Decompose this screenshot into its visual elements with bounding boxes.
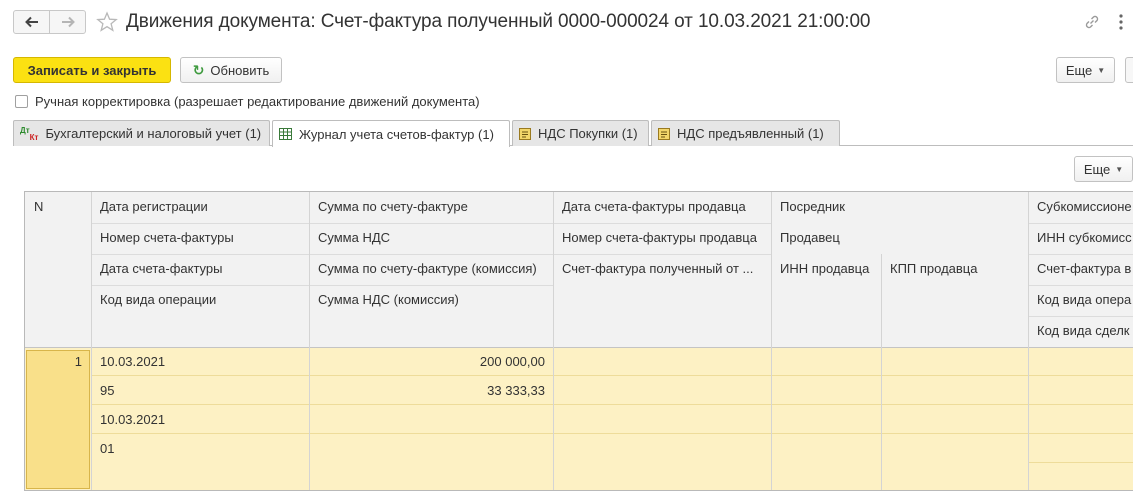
more-label: Еще — [1083, 161, 1111, 177]
refresh-icon: ↻ — [192, 61, 205, 78]
tab-vat-purchases[interactable]: НДС Покупки (1) — [512, 120, 649, 146]
header-registration-date[interactable]: Дата регистрации — [91, 192, 309, 222]
arrow-right-icon — [61, 16, 75, 28]
chevron-down-icon: ▼ — [1115, 164, 1124, 174]
header-vat-amount-commission[interactable]: Сумма НДС (комиссия) — [309, 285, 553, 315]
row-divider — [1028, 462, 1133, 463]
row-number[interactable]: 1 — [26, 347, 90, 377]
header-n[interactable]: N — [25, 192, 91, 222]
arrow-left-icon — [24, 16, 38, 28]
more-label: Еще — [1065, 62, 1093, 78]
manual-edit-checkbox[interactable] — [15, 95, 28, 108]
cell-invoice-date[interactable]: 10.03.2021 — [91, 405, 309, 435]
column-divider — [881, 254, 882, 490]
header-operation-type-code[interactable]: Код вида опера — [1028, 285, 1133, 315]
header-seller-inn[interactable]: ИНН продавца — [771, 254, 881, 284]
cell-invoice-amount[interactable]: 200 000,00 — [309, 347, 553, 377]
more-button[interactable]: Еще ▼ — [1056, 57, 1115, 83]
header-invoice-in[interactable]: Счет-фактура в — [1028, 254, 1133, 284]
header-invoice-amount-commission[interactable]: Сумма по счету-фактуре (комиссия) — [309, 254, 553, 284]
forward-button[interactable] — [49, 10, 86, 34]
records-table[interactable]: N Дата регистрации Номер счета-фактуры Д… — [24, 191, 1133, 491]
tab-invoice-journal[interactable]: Журнал учета счетов-фактур (1) — [272, 120, 510, 147]
header-seller-invoice-number[interactable]: Номер счета-фактуры продавца — [553, 223, 771, 253]
register-icon — [658, 127, 670, 140]
cell-operation-code[interactable]: 01 — [91, 434, 309, 464]
tab-label: Бухгалтерский и налоговый учет (1) — [45, 126, 262, 141]
table-more-button[interactable]: Еще ▼ — [1074, 156, 1133, 182]
register-icon — [519, 127, 531, 140]
page-title: Движения документа: Счет-фактура получен… — [126, 11, 871, 32]
header-seller[interactable]: Продавец — [771, 223, 1028, 253]
refresh-label: Обновить — [210, 62, 270, 78]
header-vat-amount[interactable]: Сумма НДС — [309, 223, 553, 253]
refresh-button[interactable]: ↻ Обновить — [180, 57, 282, 83]
tab-label: НДС предъявленный (1) — [677, 126, 824, 141]
back-button[interactable] — [13, 10, 50, 34]
manual-edit-label[interactable]: Ручная корректировка (разрешает редактир… — [35, 94, 480, 109]
tab-vat-presented[interactable]: НДС предъявленный (1) — [651, 120, 840, 146]
save-and-close-button[interactable]: Записать и закрыть — [13, 57, 171, 83]
cell-invoice-number[interactable]: 95 — [91, 376, 309, 406]
chevron-down-icon: ▼ — [1097, 65, 1106, 75]
header-deal-type-code[interactable]: Код вида сделк — [1028, 316, 1133, 346]
header-subcommissioner[interactable]: Субкомиссионе — [1028, 192, 1133, 222]
link-icon[interactable] — [1083, 13, 1101, 31]
tab-accounting[interactable]: Дт Кт Бухгалтерский и налоговый учет (1) — [13, 120, 270, 146]
header-invoice-number[interactable]: Номер счета-фактуры — [91, 223, 309, 253]
cell-registration-date[interactable]: 10.03.2021 — [91, 347, 309, 377]
cell-vat-amount[interactable]: 33 333,33 — [309, 376, 553, 406]
more-vertical-icon[interactable] — [1118, 13, 1124, 31]
tab-label: НДС Покупки (1) — [538, 126, 638, 141]
header-seller-kpp[interactable]: КПП продавца — [881, 254, 1028, 284]
header-subcommissioner-inn[interactable]: ИНН субкомисс — [1028, 223, 1133, 253]
header-seller-invoice-date[interactable]: Дата счета-фактуры продавца — [553, 192, 771, 222]
favorite-star-icon[interactable] — [96, 11, 118, 33]
header-intermediary[interactable]: Посредник — [771, 192, 1028, 222]
header-invoice-amount[interactable]: Сумма по счету-фактуре — [309, 192, 553, 222]
header-operation-code[interactable]: Код вида операции — [91, 285, 309, 315]
tab-label: Журнал учета счетов-фактур (1) — [299, 126, 494, 142]
header-received-invoice-from[interactable]: Счет-фактура полученный от ... — [553, 254, 771, 284]
header-invoice-date[interactable]: Дата счета-фактуры — [91, 254, 309, 284]
extra-button[interactable] — [1125, 57, 1133, 83]
table-icon — [279, 128, 292, 140]
dt-kt-icon: Дт Кт — [20, 125, 39, 142]
